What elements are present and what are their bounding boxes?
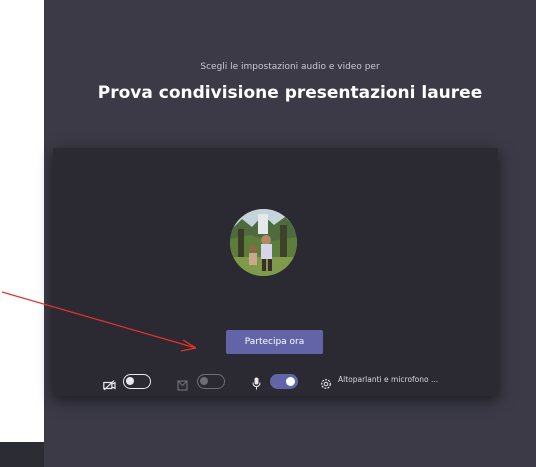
camera-off-icon — [103, 376, 116, 395]
camera-toggle-knob — [126, 377, 134, 385]
page: Scegli le impostazioni audio e video per… — [0, 0, 536, 467]
avatar-photo — [230, 209, 297, 276]
background-blur-toggle[interactable] — [197, 374, 225, 389]
microphone-toggle-knob — [286, 376, 295, 386]
background-blur-toggle-knob — [200, 377, 208, 385]
background-blur-icon — [177, 376, 188, 395]
microphone-toggle[interactable] — [270, 374, 298, 389]
camera-toggle[interactable] — [123, 374, 151, 389]
gear-icon[interactable] — [320, 375, 332, 394]
prejoin-subtitle: Scegli le impostazioni audio e video per — [200, 62, 380, 72]
join-now-button[interactable]: Partecipa ora — [226, 330, 323, 354]
microphone-icon — [252, 375, 261, 394]
device-settings-link[interactable]: Altoparlanti e microfono ... — [338, 375, 438, 384]
taskbar-fragment — [0, 442, 44, 467]
left-margin — [0, 0, 44, 467]
avatar — [230, 209, 297, 276]
meeting-title: Prova condivisione presentazioni lauree — [97, 83, 483, 103]
